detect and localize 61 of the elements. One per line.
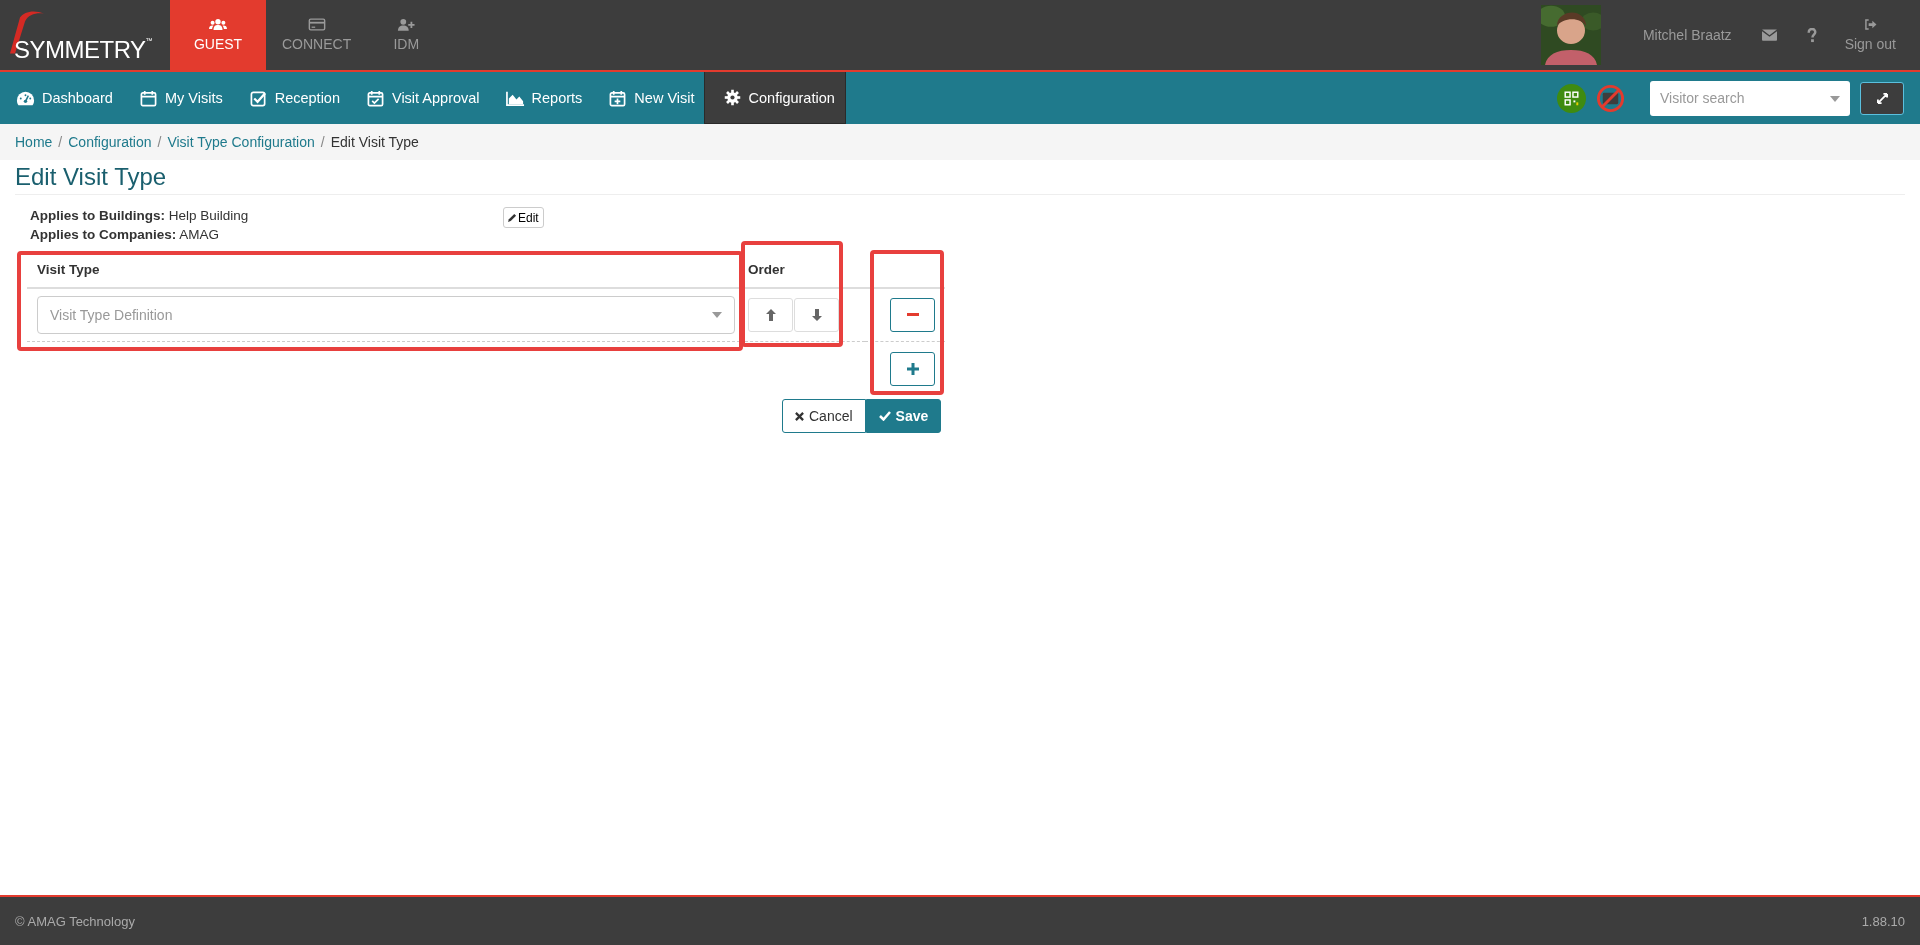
- page-title: Edit Visit Type: [15, 163, 1905, 195]
- edit-button[interactable]: Edit: [503, 207, 544, 228]
- user-plus-icon: [397, 18, 416, 31]
- version-text: 1.88.10: [1861, 913, 1905, 929]
- app-tab[interactable]: GUEST: [170, 0, 266, 70]
- app-tab[interactable]: IDM: [367, 0, 446, 70]
- visitor-search-field[interactable]: Visitor search: [1650, 80, 1850, 116]
- caret-icon: [712, 312, 722, 318]
- applies-text: Applies to Companies: AMAG: [30, 226, 221, 244]
- save-button[interactable]: Save: [865, 399, 942, 433]
- nav-tab[interactable]: Configuration: [703, 72, 846, 124]
- calendar-icon: [138, 89, 158, 107]
- mail-icon[interactable]: [1761, 29, 1777, 41]
- cancel-button[interactable]: Cancel: [782, 399, 866, 433]
- visit-type-select[interactable]: Visit Type Definition: [37, 296, 735, 334]
- nav-tab[interactable]: Reception: [248, 72, 340, 124]
- nav-tab[interactable]: Dashboard: [16, 72, 113, 124]
- pencil-icon: [508, 213, 517, 222]
- breadcrumb-link[interactable]: Visit Type Configuration: [167, 134, 315, 150]
- help-icon[interactable]: [1806, 27, 1817, 43]
- arrow-down-icon: [811, 309, 822, 321]
- move-up-button[interactable]: [748, 298, 793, 332]
- arrow-up-icon: [765, 309, 776, 321]
- column-header: Order: [745, 251, 865, 289]
- breadcrumb-separator: /: [320, 134, 325, 150]
- breadcrumb-separator: /: [157, 134, 162, 150]
- card-icon: [307, 18, 326, 31]
- check-icon: [878, 411, 891, 421]
- qr-code-icon[interactable]: [1557, 83, 1586, 113]
- checkbox-icon: [248, 89, 268, 107]
- plus-icon: [906, 363, 919, 375]
- remove-button[interactable]: [890, 298, 935, 332]
- calendar-plus-icon: [608, 89, 628, 107]
- breadcrumb-separator: /: [58, 134, 63, 150]
- sign-out-icon: [1863, 18, 1877, 30]
- copyright-text: © AMAG Technology: [15, 913, 135, 929]
- user-name[interactable]: Mitchel Braatz: [1642, 27, 1732, 43]
- no-card-icon[interactable]: [1596, 83, 1625, 113]
- breadcrumb-current: Edit Visit Type: [330, 134, 419, 150]
- breadcrumb-link[interactable]: Home: [15, 134, 53, 150]
- column-header: Visit Type: [27, 251, 745, 289]
- nav-tab[interactable]: Visit Approval: [366, 72, 480, 124]
- app-tab[interactable]: CONNECT: [266, 0, 368, 70]
- applies-text: Applies to Buildings: Help Building: [30, 207, 250, 225]
- breadcrumb-link[interactable]: Configuration: [68, 134, 152, 150]
- nav-tab[interactable]: New Visit: [608, 72, 695, 124]
- gauge-icon: [16, 89, 35, 107]
- move-down-button[interactable]: [794, 298, 839, 332]
- add-button[interactable]: [890, 352, 935, 386]
- nav-tab[interactable]: Reports: [505, 72, 583, 124]
- area-chart-icon: [505, 89, 525, 107]
- expand-icon: [1876, 92, 1888, 104]
- users-icon: [209, 18, 227, 31]
- calendar-check-icon: [366, 89, 385, 107]
- sign-out-button[interactable]: Sign out: [1844, 0, 1920, 70]
- gear-icon: [722, 89, 742, 106]
- logo-text[interactable]: SYMMETRY$^{™}$: [14, 36, 155, 64]
- caret-icon: [1830, 95, 1840, 102]
- expand-button[interactable]: [1860, 81, 1904, 115]
- nav-tab[interactable]: My Visits: [138, 72, 223, 124]
- close-icon: [795, 411, 804, 421]
